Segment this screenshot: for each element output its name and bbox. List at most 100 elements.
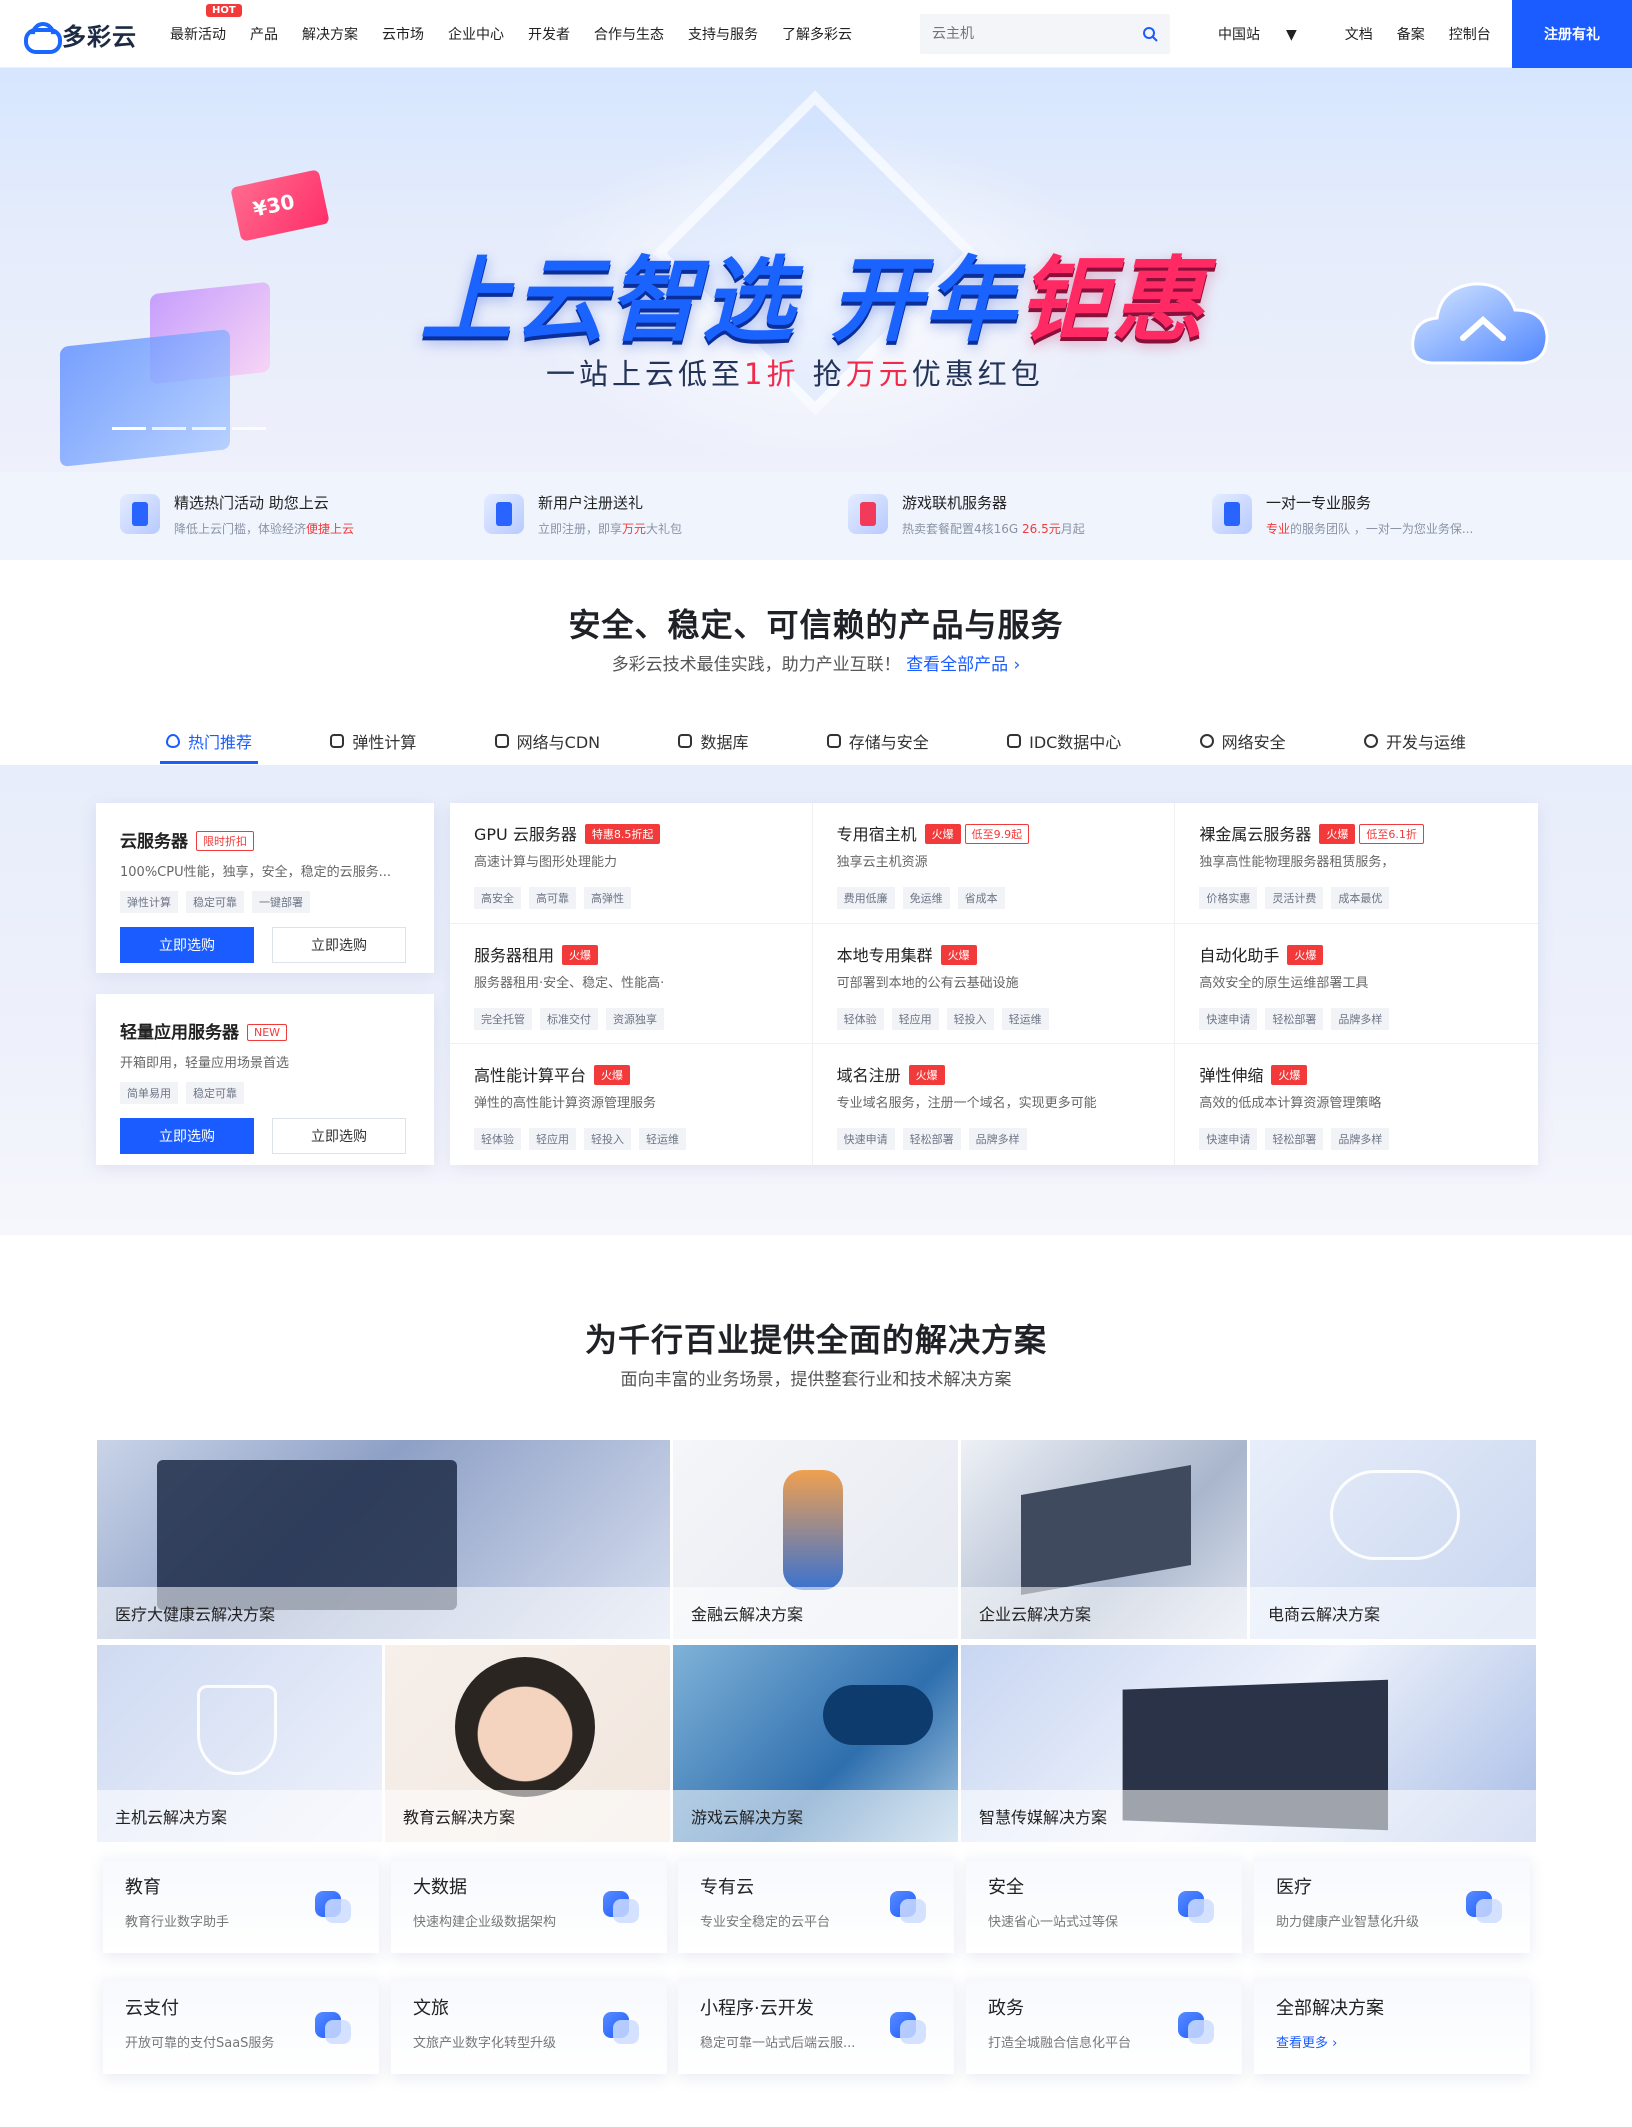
buy-now-secondary-button[interactable]: 立即选购 [272,1118,406,1154]
nav-console[interactable]: 控制台 [1449,24,1491,44]
logo[interactable]: 多彩云 [22,18,137,54]
tab-label: IDC数据中心 [1029,733,1122,752]
product-card-lightweight-server[interactable]: 轻量应用服务器 NEW 开箱即用，轻量应用场景首选 简单易用 稳定可靠 立即选购 … [96,994,434,1165]
big-data-icon [603,1887,639,1923]
card-title: 小程序·云开发 [700,1998,814,2019]
tab-storage-security[interactable]: 存储与安全 [821,718,935,764]
product-tags: 价格实惠 灵活计费 成本最优 [1199,887,1390,909]
mini-program-icon [890,2008,926,2044]
product-title-text: 域名注册 [836,1066,901,1086]
tab-net-security[interactable]: 网络安全 [1194,718,1292,764]
product-item-automation[interactable]: 自动化助手 火爆 高效安全的原生运维部署工具 快速申请 轻松部署 品牌多样 [1175,924,1538,1045]
view-all-products-link[interactable]: 查看全部产品 › [906,655,1020,675]
region-selector[interactable]: 中国站 ▼ [1218,24,1321,44]
buy-now-secondary-button[interactable]: 立即选购 [272,927,406,963]
solution-card-security[interactable]: 安全 快速省心一站式过等保 [966,1857,1242,1953]
solution-card-private-cloud[interactable]: 专有云 专业安全稳定的云平台 [678,1857,954,1953]
promo-item[interactable]: 游戏联机服务器 热卖套餐配置4核16G 26.5元月起 [848,472,1212,560]
card-title: 安全 [988,1877,1024,1898]
register-button[interactable]: 注册有礼 [1512,0,1632,68]
search-icon[interactable] [1142,26,1158,42]
carousel-dot[interactable] [112,427,146,430]
nav-products[interactable]: 产品 [250,24,278,44]
solution-card-government[interactable]: 政务 打造全城融合信息化平台 [966,1978,1242,2074]
product-tags: 高安全 高可靠 高弹性 [474,887,631,909]
carousel-dot[interactable] [192,427,226,430]
nav-about[interactable]: 了解多彩云 [782,24,852,44]
promo-desc: 热卖套餐配置4核16G 26.5元月起 [902,520,1085,537]
tab-label: 网络与CDN [516,733,601,752]
solution-tile-gaming[interactable]: 游戏云解决方案 [673,1645,958,1842]
solution-tile-enterprise[interactable]: 企业云解决方案 [961,1440,1247,1639]
banner-subline: 一站上云低至1折 抢万元优惠红包 [546,351,1044,393]
product-item-hpc[interactable]: 高性能计算平台 火爆 弹性的高性能计算资源管理服务 轻体验 轻应用 轻投入 轻运维 [450,1044,813,1165]
nav-enterprise-center[interactable]: 企业中心 [448,24,504,44]
product-item-server-rental[interactable]: 服务器租用 火爆 服务器租用·安全、稳定、性能高· 完全托管 标准交付 资源独享 [450,923,813,1045]
solution-tile-healthcare[interactable]: 医疗大健康云解决方案 [97,1440,670,1639]
product-title: 服务器租用 火爆 [474,942,599,966]
solution-card-miniprogram[interactable]: 小程序·云开发 稳定可靠一站式后端云服... [678,1978,954,2074]
hero-banner[interactable]: ¥30 上云智选 开年钜惠 一站上云低至1折 抢万元优惠红包 [0,68,1632,472]
tab-devops[interactable]: 开发与运维 [1358,718,1472,764]
tag: 完全托管 [474,1007,532,1030]
coupon-text: ¥30 [250,189,297,222]
card-tags: 简单易用 稳定可靠 [120,1082,244,1104]
solution-tile-finance[interactable]: 金融云解决方案 [673,1440,958,1639]
product-item-bare-metal[interactable]: 裸金属云服务器 火爆 低至6.1折 独享高性能物理服务器租赁服务， 价格实惠 灵活计费… [1175,803,1538,924]
solution-card-all[interactable]: 全部解决方案 查看更多 › [1254,1978,1530,2074]
buy-now-button[interactable]: 立即选购 [120,927,254,963]
product-item-gpu[interactable]: GPU 云服务器 特惠8.5折起 高速计算与图形处理能力 高安全 高可靠 高弹性 [450,803,813,924]
solution-tile-media[interactable]: 智慧传媒解决方案 [961,1645,1536,1842]
product-title: 自动化助手 火爆 [1199,942,1324,966]
product-title: GPU 云服务器 特惠8.5折起 [474,821,661,845]
solution-card-bigdata[interactable]: 大数据 快速构建企业级数据架构 [391,1857,667,1953]
promo-item[interactable]: 一对一专业服务 专业的服务团队 ，一对一为您业务保... [1212,472,1576,560]
nav-support[interactable]: 支持与服务 [688,24,758,44]
card-title-text: 云服务器 [120,832,188,852]
nav-solutions[interactable]: 解决方案 [302,24,358,44]
nav-docs[interactable]: 文档 [1345,24,1373,44]
product-title: 域名注册 火爆 [837,1062,945,1086]
promo-item[interactable]: 精选热门活动 助您上云 降低上云门槛，体验经济便捷上云 [120,472,484,560]
view-more-link[interactable]: 查看更多 › [1276,2032,1337,2051]
solution-card-payment[interactable]: 云支付 开放可靠的支付SaaS服务 [103,1978,379,2074]
tag: 品牌多样 [968,1128,1027,1151]
product-card-cloud-server[interactable]: 云服务器 限时折扣 100%CPU性能，独享，安全，稳定的云服务... 弹性计算 … [96,803,434,973]
cloud-network-image [1330,1470,1460,1560]
nav-latest-activities[interactable]: 最新活动 HOT [170,4,242,44]
buy-now-button[interactable]: 立即选购 [120,1118,254,1154]
solution-card-tourism[interactable]: 文旅 文旅产业数字化转型升级 [391,1978,667,2074]
solution-card-education[interactable]: 教育 教育行业数字助手 [103,1857,379,1953]
promo-desc-highlight: 专业 [1266,522,1291,536]
solution-tile-education[interactable]: 教育云解决方案 [385,1645,670,1842]
solution-tile-host[interactable]: 主机云解决方案 [97,1645,382,1842]
search-input[interactable] [920,14,1120,54]
card-desc: 专业安全稳定的云平台 [700,1915,831,1930]
storage-icon [826,734,841,748]
promo-item[interactable]: 新用户注册送礼 立即注册，即享万元大礼包 [484,472,848,560]
product-item-dedicated-host[interactable]: 专用宿主机 火爆 低至9.9起 独享云主机资源 费用低廉 免运维 省成本 [812,803,1176,924]
tab-idc[interactable]: IDC数据中心 [1001,718,1127,764]
carousel-dot[interactable] [232,427,266,430]
tab-compute[interactable]: 弹性计算 [324,718,422,764]
tab-database[interactable]: 数据库 [672,718,754,764]
tab-hot[interactable]: 热门推荐 [160,718,259,764]
government-building-icon [1178,2008,1214,2044]
tab-network-cdn[interactable]: 网络与CDN [489,718,606,764]
solutions-subtitle: 面向丰富的业务场景，提供整套行业和技术解决方案 [620,1370,1012,1390]
tag: 轻体验 [836,1007,884,1030]
card-desc: 文旅产业数字化转型升级 [413,2036,557,2051]
solution-card-medical[interactable]: 医疗 助力健康产业智慧化升级 [1254,1857,1530,1953]
product-item-auto-scaling[interactable]: 弹性伸缩 火爆 高效的低成本计算资源管理策略 快速申请 轻松部署 品牌多样 [1175,1044,1538,1165]
product-item-domain[interactable]: 域名注册 火爆 专业域名服务，注册一个域名，实现更多可能 快速申请 轻松部署 品牌多样 [813,1044,1176,1165]
carousel-dot[interactable] [152,427,186,430]
solution-tile-ecommerce[interactable]: 电商云解决方案 [1250,1440,1536,1639]
nav-partners[interactable]: 合作与生态 [594,24,664,44]
nav-developers[interactable]: 开发者 [528,24,570,44]
nav-filing[interactable]: 备案 [1397,24,1425,44]
nav-marketplace[interactable]: 云市场 [382,24,424,44]
tag: 价格实惠 [1199,887,1258,909]
product-item-local-cluster[interactable]: 本地专用集群 火爆 可部署到本地的公有云基础设施 轻体验 轻应用 轻投入 轻运维 [812,923,1176,1045]
promo-desc-text: 热卖套餐配置4核16G [902,522,1023,536]
tag: 高弹性 [584,887,631,909]
